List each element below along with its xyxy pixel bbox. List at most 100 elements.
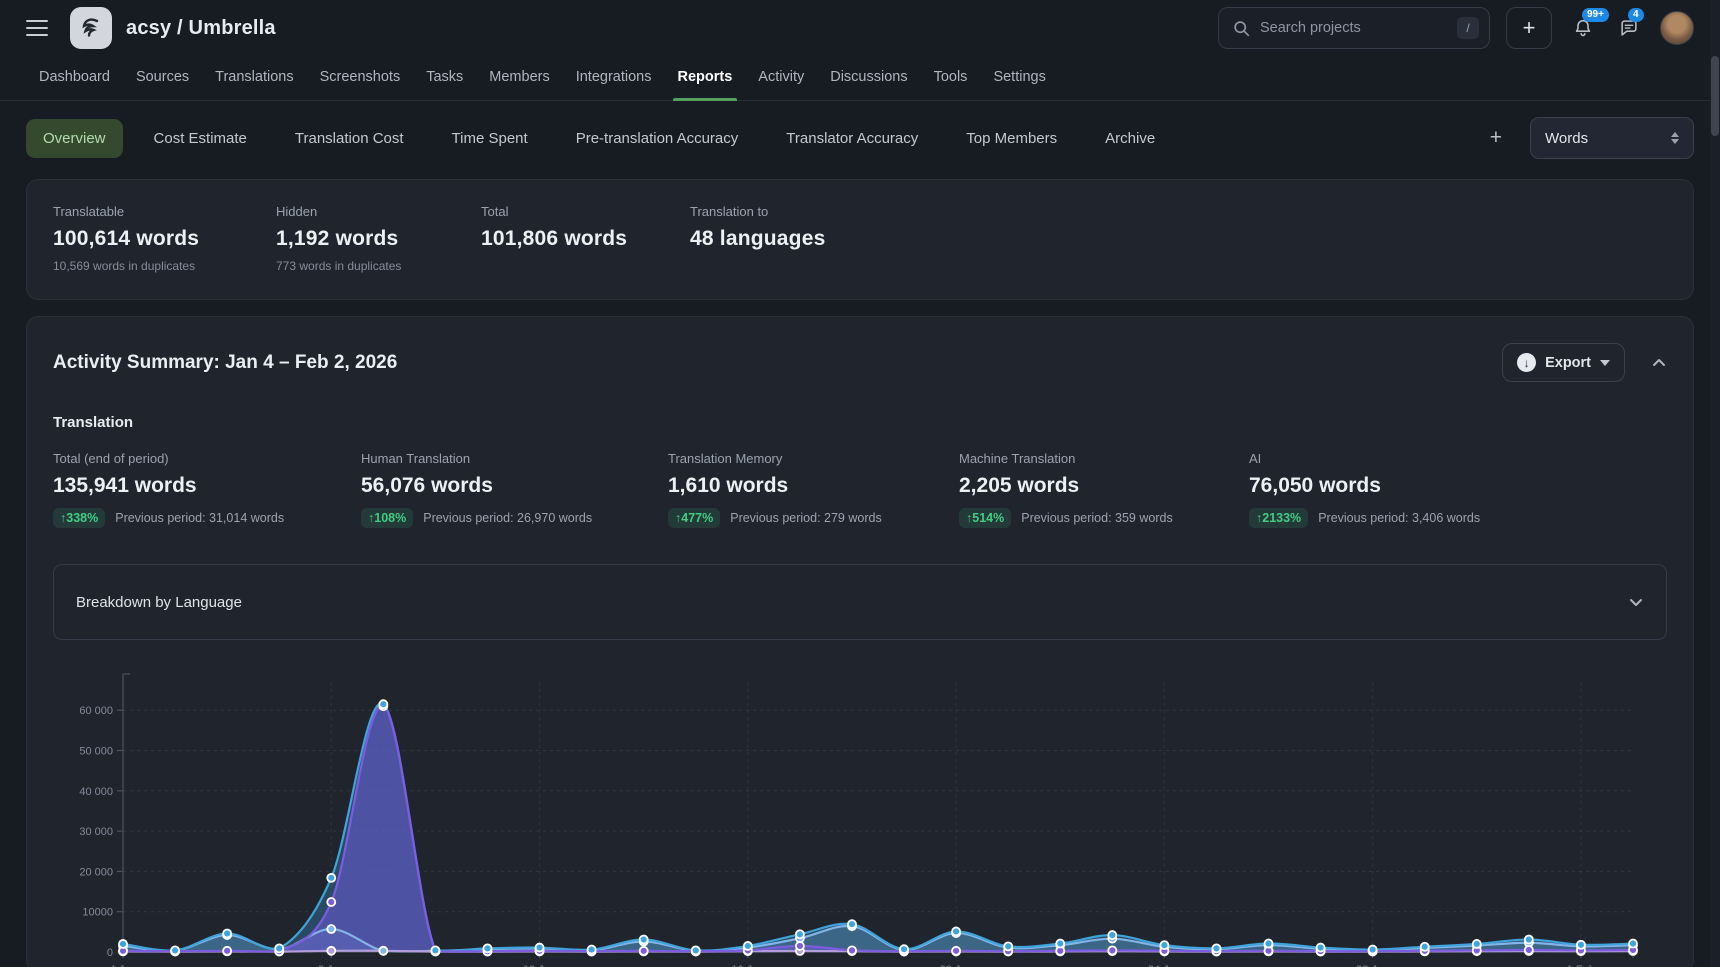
page-title: acsy / Umbrella — [126, 17, 276, 40]
top-bar: acsy / Umbrella / + 99+ 4 — [0, 0, 1720, 56]
user-avatar[interactable] — [1660, 11, 1694, 45]
notifications-badge: 99+ — [1582, 8, 1609, 22]
change-badge: ↑338% — [53, 508, 105, 528]
previous-period: Previous period: 279 words — [730, 511, 881, 525]
stat-label: Total (end of period) — [53, 451, 361, 466]
stat-label: Human Translation — [361, 451, 668, 466]
notifications-button[interactable]: 99+ — [1568, 13, 1598, 43]
tab-tools[interactable]: Tools — [921, 56, 981, 100]
tab-screenshots[interactable]: Screenshots — [307, 56, 414, 100]
previous-period: Previous period: 26,970 words — [423, 511, 592, 525]
tab-tasks[interactable]: Tasks — [413, 56, 476, 100]
svg-text:60 000: 60 000 — [79, 705, 113, 717]
translation-stats-row: Total (end of period) 135,941 words ↑338… — [53, 451, 1667, 528]
change-badge: ↑108% — [361, 508, 413, 528]
create-project-button[interactable]: + — [1506, 7, 1552, 49]
export-label: Export — [1545, 355, 1591, 371]
previous-period: Previous period: 359 words — [1021, 511, 1172, 525]
stat-note: 10,569 words in duplicates — [53, 259, 276, 273]
stat-value: 1,192 words — [276, 227, 481, 251]
scrollbar-thumb[interactable] — [1711, 56, 1719, 136]
messages-button[interactable]: 4 — [1614, 13, 1644, 43]
stat-value: 1,610 words — [668, 474, 959, 498]
caret-down-icon — [1600, 360, 1610, 366]
subtab-overview[interactable]: Overview — [26, 119, 123, 158]
change-badge: ↑2133% — [1249, 508, 1308, 528]
search-input[interactable] — [1260, 20, 1457, 36]
stat-value: 100,614 words — [53, 227, 276, 251]
bird-logo-icon — [77, 14, 105, 42]
svg-text:0: 0 — [107, 947, 113, 959]
svg-text:40 000: 40 000 — [79, 786, 113, 798]
stat-translation-memory: Translation Memory 1,610 words ↑477% Pre… — [668, 451, 959, 528]
svg-text:10000: 10000 — [82, 907, 113, 919]
unit-select[interactable]: Words — [1530, 117, 1694, 159]
previous-period: Previous period: 31,014 words — [115, 511, 284, 525]
subtab-cost-estimate[interactable]: Cost Estimate — [137, 119, 264, 158]
tab-dashboard[interactable]: Dashboard — [26, 56, 123, 100]
stat-value: 101,806 words — [481, 227, 690, 251]
stat-value: 56,076 words — [361, 474, 668, 498]
stat-machine-translation: Machine Translation 2,205 words ↑514% Pr… — [959, 451, 1249, 528]
tab-integrations[interactable]: Integrations — [563, 56, 665, 100]
subtab-time-spent[interactable]: Time Spent — [435, 119, 545, 158]
tab-sources[interactable]: Sources — [123, 56, 202, 100]
subtab-archive[interactable]: Archive — [1088, 119, 1172, 158]
hamburger-menu-icon[interactable] — [26, 20, 48, 36]
stat-label: AI — [1249, 451, 1667, 466]
collapse-section-button[interactable] — [1651, 355, 1667, 371]
stat-ai: AI 76,050 words ↑2133% Previous period: … — [1249, 451, 1667, 528]
svg-text:20 000: 20 000 — [79, 866, 113, 878]
download-icon — [1517, 353, 1536, 372]
activity-chart[interactable]: 01000020 00030 00040 00050 00060 0004 Ja… — [53, 666, 1667, 967]
stat-hidden: Hidden 1,192 words 773 words in duplicat… — [276, 204, 481, 273]
messages-badge: 4 — [1628, 8, 1644, 22]
stat-total: Total 101,806 words — [481, 204, 690, 273]
stat-total-end-of-period: Total (end of period) 135,941 words ↑338… — [53, 451, 361, 528]
activity-chart-svg[interactable]: 01000020 00030 00040 00050 00060 0004 Ja… — [53, 666, 1669, 967]
search-icon — [1233, 20, 1250, 37]
word-summary-card: Translatable 100,614 words 10,569 words … — [26, 179, 1694, 300]
stat-value: 135,941 words — [53, 474, 361, 498]
stat-label: Translation to — [690, 204, 1667, 219]
tab-discussions[interactable]: Discussions — [817, 56, 920, 100]
svg-text:30 000: 30 000 — [79, 826, 113, 838]
reports-subnav: Overview Cost Estimate Translation Cost … — [0, 117, 1720, 159]
unit-select-value: Words — [1545, 130, 1588, 147]
breakdown-label: Breakdown by Language — [76, 594, 242, 611]
tab-reports[interactable]: Reports — [665, 56, 746, 100]
activity-summary-card: Activity Summary: Jan 4 – Feb 2, 2026 Ex… — [26, 316, 1694, 967]
subtab-translator-accuracy[interactable]: Translator Accuracy — [769, 119, 935, 158]
main-nav: Dashboard Sources Translations Screensho… — [0, 56, 1720, 101]
change-badge: ↑477% — [668, 508, 720, 528]
stat-label: Total — [481, 204, 690, 219]
subtab-top-members[interactable]: Top Members — [949, 119, 1074, 158]
tab-members[interactable]: Members — [476, 56, 562, 100]
export-button[interactable]: Export — [1502, 343, 1625, 382]
stat-label: Translatable — [53, 204, 276, 219]
change-badge: ↑514% — [959, 508, 1011, 528]
stat-translatable: Translatable 100,614 words 10,569 words … — [53, 204, 276, 273]
stat-value: 48 languages — [690, 227, 1667, 251]
activity-title: Activity Summary: Jan 4 – Feb 2, 2026 — [53, 352, 397, 374]
search-box[interactable]: / — [1218, 7, 1490, 49]
subtab-translation-cost[interactable]: Translation Cost — [278, 119, 421, 158]
page-scrollbar[interactable] — [1710, 0, 1720, 967]
stat-label: Machine Translation — [959, 451, 1249, 466]
breakdown-by-language-panel[interactable]: Breakdown by Language — [53, 564, 1667, 640]
select-arrows-icon — [1671, 132, 1679, 144]
stat-value: 76,050 words — [1249, 474, 1667, 498]
tab-translations[interactable]: Translations — [202, 56, 306, 100]
stat-human-translation: Human Translation 56,076 words ↑108% Pre… — [361, 451, 668, 528]
tab-activity[interactable]: Activity — [745, 56, 817, 100]
stat-value: 2,205 words — [959, 474, 1249, 498]
stat-label: Hidden — [276, 204, 481, 219]
add-report-button[interactable]: + — [1478, 122, 1514, 154]
project-logo[interactable] — [70, 7, 112, 49]
chevron-up-icon — [1651, 355, 1667, 371]
previous-period: Previous period: 3,406 words — [1318, 511, 1480, 525]
tab-settings[interactable]: Settings — [980, 56, 1058, 100]
translation-section-title: Translation — [53, 414, 1667, 431]
subtab-pretranslation-accuracy[interactable]: Pre-translation Accuracy — [559, 119, 756, 158]
stat-note: 773 words in duplicates — [276, 259, 481, 273]
